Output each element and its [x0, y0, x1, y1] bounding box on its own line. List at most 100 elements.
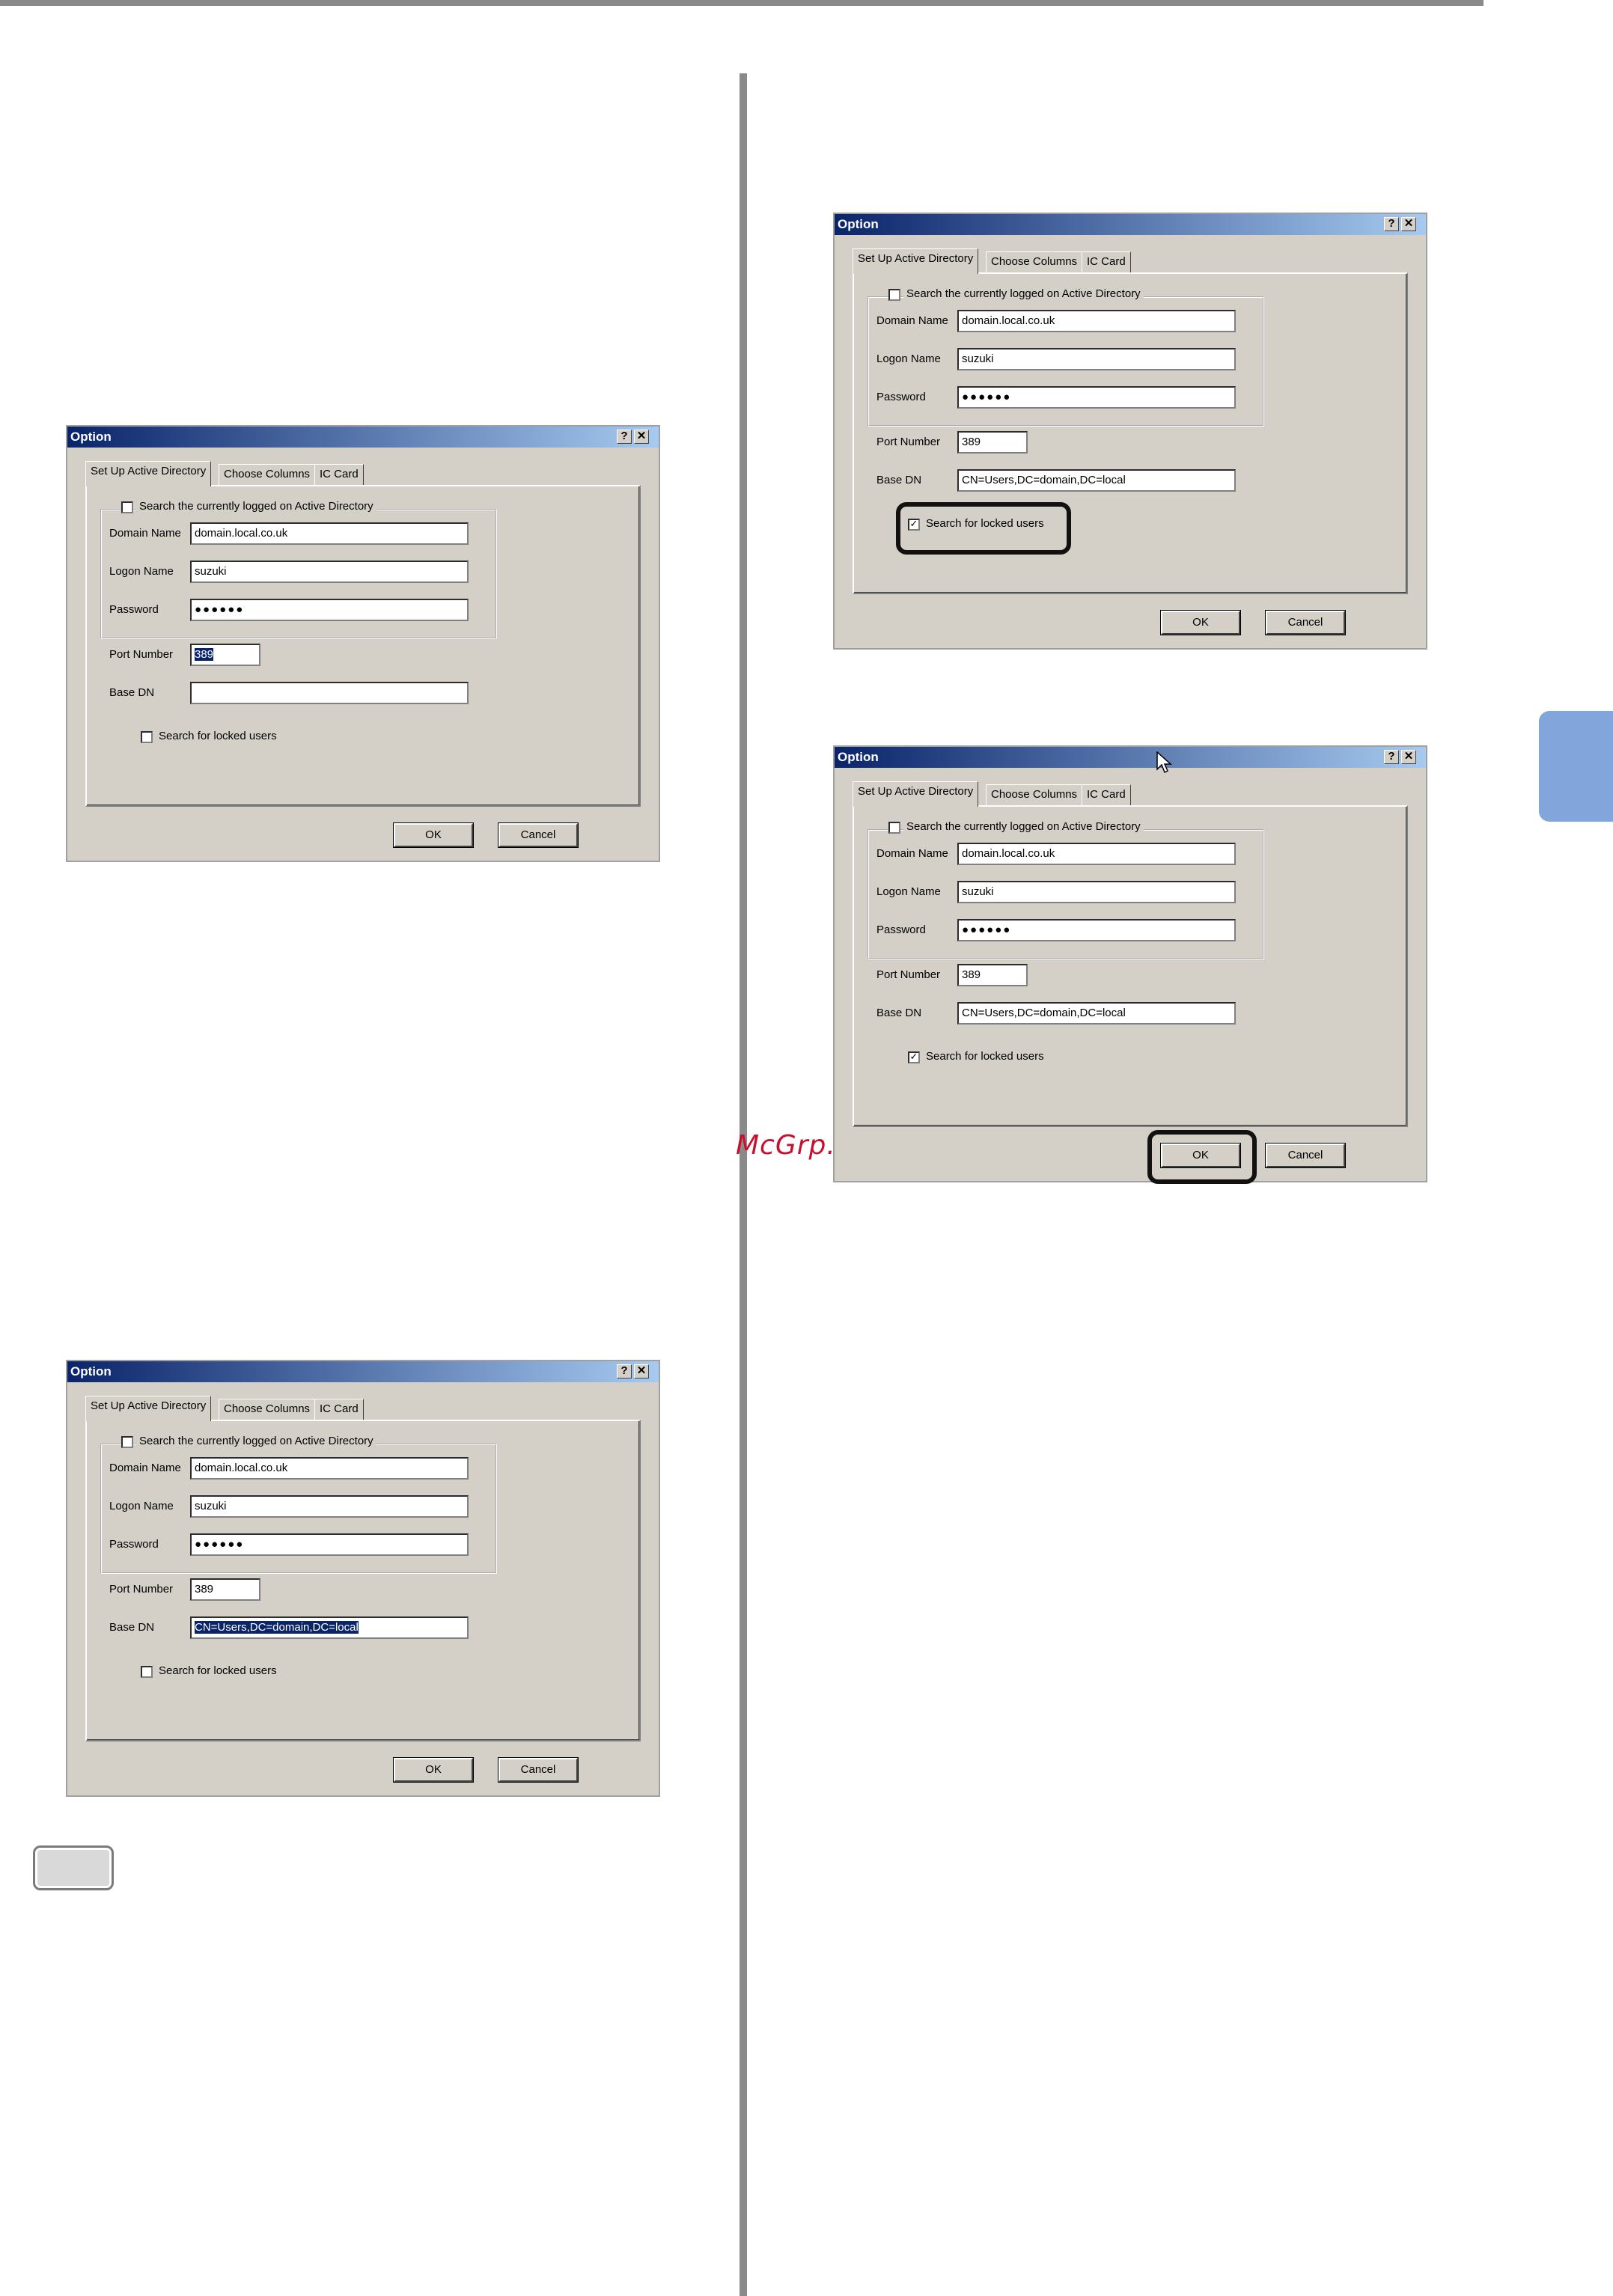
title-bar: Option ? ✕ — [835, 214, 1426, 235]
port-number-field[interactable]: 389 — [190, 644, 260, 666]
dialog-title: Option — [838, 217, 879, 231]
port-number-label: Port Number — [876, 436, 941, 448]
close-icon[interactable]: ✕ — [634, 1364, 649, 1378]
chapter-side-tab — [1539, 711, 1613, 822]
cancel-button[interactable]: Cancel — [1266, 611, 1345, 635]
logon-name-field[interactable]: suzuki — [190, 1495, 469, 1518]
search-locked-users-checkbox[interactable] — [141, 731, 153, 743]
domain-name-field[interactable]: domain.local.co.uk — [190, 1457, 469, 1480]
port-number-value: 389 — [962, 968, 981, 981]
base-dn-label: Base DN — [876, 474, 922, 486]
search-logged-on-label: Search the currently logged on Active Di… — [903, 287, 1144, 300]
base-dn-field[interactable] — [190, 682, 469, 704]
port-number-label: Port Number — [876, 968, 941, 981]
logon-name-label: Logon Name — [876, 885, 941, 898]
base-dn-field[interactable]: CN=Users,DC=domain,DC=local — [957, 469, 1236, 492]
port-number-field[interactable]: 389 — [957, 964, 1028, 986]
highlight-search-locked-users — [896, 502, 1071, 555]
tab-choose-columns[interactable]: Choose Columns — [219, 464, 316, 485]
close-icon[interactable]: ✕ — [1401, 217, 1416, 231]
close-icon[interactable]: ✕ — [634, 430, 649, 444]
password-field[interactable]: ●●●●●● — [957, 386, 1236, 409]
base-dn-field[interactable]: CN=Users,DC=domain,DC=local — [957, 1002, 1236, 1025]
title-bar: Option ? ✕ — [67, 1361, 659, 1382]
ok-button[interactable]: OK — [394, 823, 473, 847]
base-dn-value: CN=Users,DC=domain,DC=local — [962, 474, 1126, 486]
port-number-value: 389 — [962, 436, 981, 448]
help-icon[interactable]: ? — [617, 1364, 632, 1378]
base-dn-label: Base DN — [109, 1621, 155, 1634]
domain-name-field[interactable]: domain.local.co.uk — [190, 522, 469, 545]
tab-ic-card[interactable]: IC Card — [314, 1399, 364, 1420]
password-label: Password — [876, 391, 926, 403]
search-logged-on-checkbox[interactable] — [121, 501, 133, 513]
tab-ic-card[interactable]: IC Card — [1082, 784, 1131, 805]
port-number-label: Port Number — [109, 1583, 174, 1596]
close-icon[interactable]: ✕ — [1401, 750, 1416, 764]
column-divider — [740, 73, 747, 2296]
dialog-title: Option — [70, 1364, 112, 1378]
domain-name-field[interactable]: domain.local.co.uk — [957, 843, 1236, 865]
base-dn-label: Base DN — [109, 686, 155, 699]
search-logged-on-checkbox[interactable] — [121, 1436, 133, 1448]
search-locked-users-label: Search for locked users — [159, 1664, 277, 1677]
password-field[interactable]: ●●●●●● — [957, 919, 1236, 941]
option-dialog-4: Option ? ✕ Set Up Active Directory Choos… — [833, 745, 1427, 1184]
search-locked-users-checkbox[interactable] — [141, 1666, 153, 1678]
highlight-ok-button — [1147, 1130, 1257, 1184]
dialog-title: Option — [70, 430, 112, 444]
base-dn-value: CN=Users,DC=domain,DC=local — [962, 1007, 1126, 1019]
domain-name-label: Domain Name — [876, 314, 948, 327]
option-dialog-2: Option ? ✕ Set Up Active Directory Choos… — [66, 1360, 660, 1797]
option-dialog-1: Option ? ✕ Set Up Active Directory Choos… — [66, 425, 660, 862]
cancel-button[interactable]: Cancel — [498, 823, 578, 847]
port-number-value: 389 — [195, 1583, 214, 1596]
password-label: Password — [876, 923, 926, 936]
logon-name-label: Logon Name — [109, 1500, 174, 1512]
base-dn-value: CN=Users,DC=domain,DC=local — [195, 1621, 359, 1634]
tab-ic-card[interactable]: IC Card — [1082, 251, 1131, 272]
port-number-field[interactable]: 389 — [957, 431, 1028, 454]
note-icon — [33, 1845, 114, 1890]
help-icon[interactable]: ? — [617, 430, 632, 444]
search-locked-users-label: Search for locked users — [159, 730, 277, 742]
tab-set-up-active-directory[interactable]: Set Up Active Directory — [853, 781, 979, 807]
cancel-button[interactable]: Cancel — [1266, 1144, 1345, 1167]
ok-button[interactable]: OK — [1161, 611, 1240, 635]
port-number-value: 389 — [195, 648, 214, 661]
tab-choose-columns[interactable]: Choose Columns — [219, 1399, 316, 1420]
help-icon[interactable]: ? — [1384, 217, 1399, 231]
title-bar: Option ? ✕ — [835, 747, 1426, 768]
logon-name-label: Logon Name — [109, 565, 174, 578]
ok-button[interactable]: OK — [394, 1758, 473, 1782]
search-logged-on-checkbox[interactable] — [888, 289, 900, 301]
domain-name-label: Domain Name — [109, 1462, 181, 1474]
base-dn-field[interactable]: CN=Users,DC=domain,DC=local — [190, 1616, 469, 1639]
search-logged-on-label: Search the currently logged on Active Di… — [136, 1435, 376, 1447]
tab-choose-columns[interactable]: Choose Columns — [986, 784, 1083, 805]
logon-name-field[interactable]: suzuki — [957, 881, 1236, 903]
password-label: Password — [109, 603, 159, 616]
password-field[interactable]: ●●●●●● — [190, 1533, 469, 1556]
domain-name-field[interactable]: domain.local.co.uk — [957, 310, 1236, 332]
search-locked-users-checkbox[interactable]: ✓ — [908, 1051, 920, 1063]
base-dn-label: Base DN — [876, 1007, 922, 1019]
password-field[interactable]: ●●●●●● — [190, 599, 469, 621]
tab-set-up-active-directory[interactable]: Set Up Active Directory — [85, 1396, 212, 1421]
tab-choose-columns[interactable]: Choose Columns — [986, 251, 1083, 272]
search-logged-on-label: Search the currently logged on Active Di… — [903, 820, 1144, 833]
tab-set-up-active-directory[interactable]: Set Up Active Directory — [85, 461, 212, 486]
cancel-button[interactable]: Cancel — [498, 1758, 578, 1782]
domain-name-label: Domain Name — [109, 527, 181, 540]
tab-set-up-active-directory[interactable]: Set Up Active Directory — [853, 248, 979, 274]
search-logged-on-checkbox[interactable] — [888, 822, 900, 834]
logon-name-field[interactable]: suzuki — [190, 561, 469, 583]
search-logged-on-label: Search the currently logged on Active Di… — [136, 500, 376, 513]
title-bar: Option ? ✕ — [67, 427, 659, 448]
mouse-cursor-icon — [1156, 751, 1172, 774]
tab-ic-card[interactable]: IC Card — [314, 464, 364, 485]
help-icon[interactable]: ? — [1384, 750, 1399, 764]
password-label: Password — [109, 1538, 159, 1551]
logon-name-field[interactable]: suzuki — [957, 348, 1236, 370]
port-number-field[interactable]: 389 — [190, 1578, 260, 1601]
